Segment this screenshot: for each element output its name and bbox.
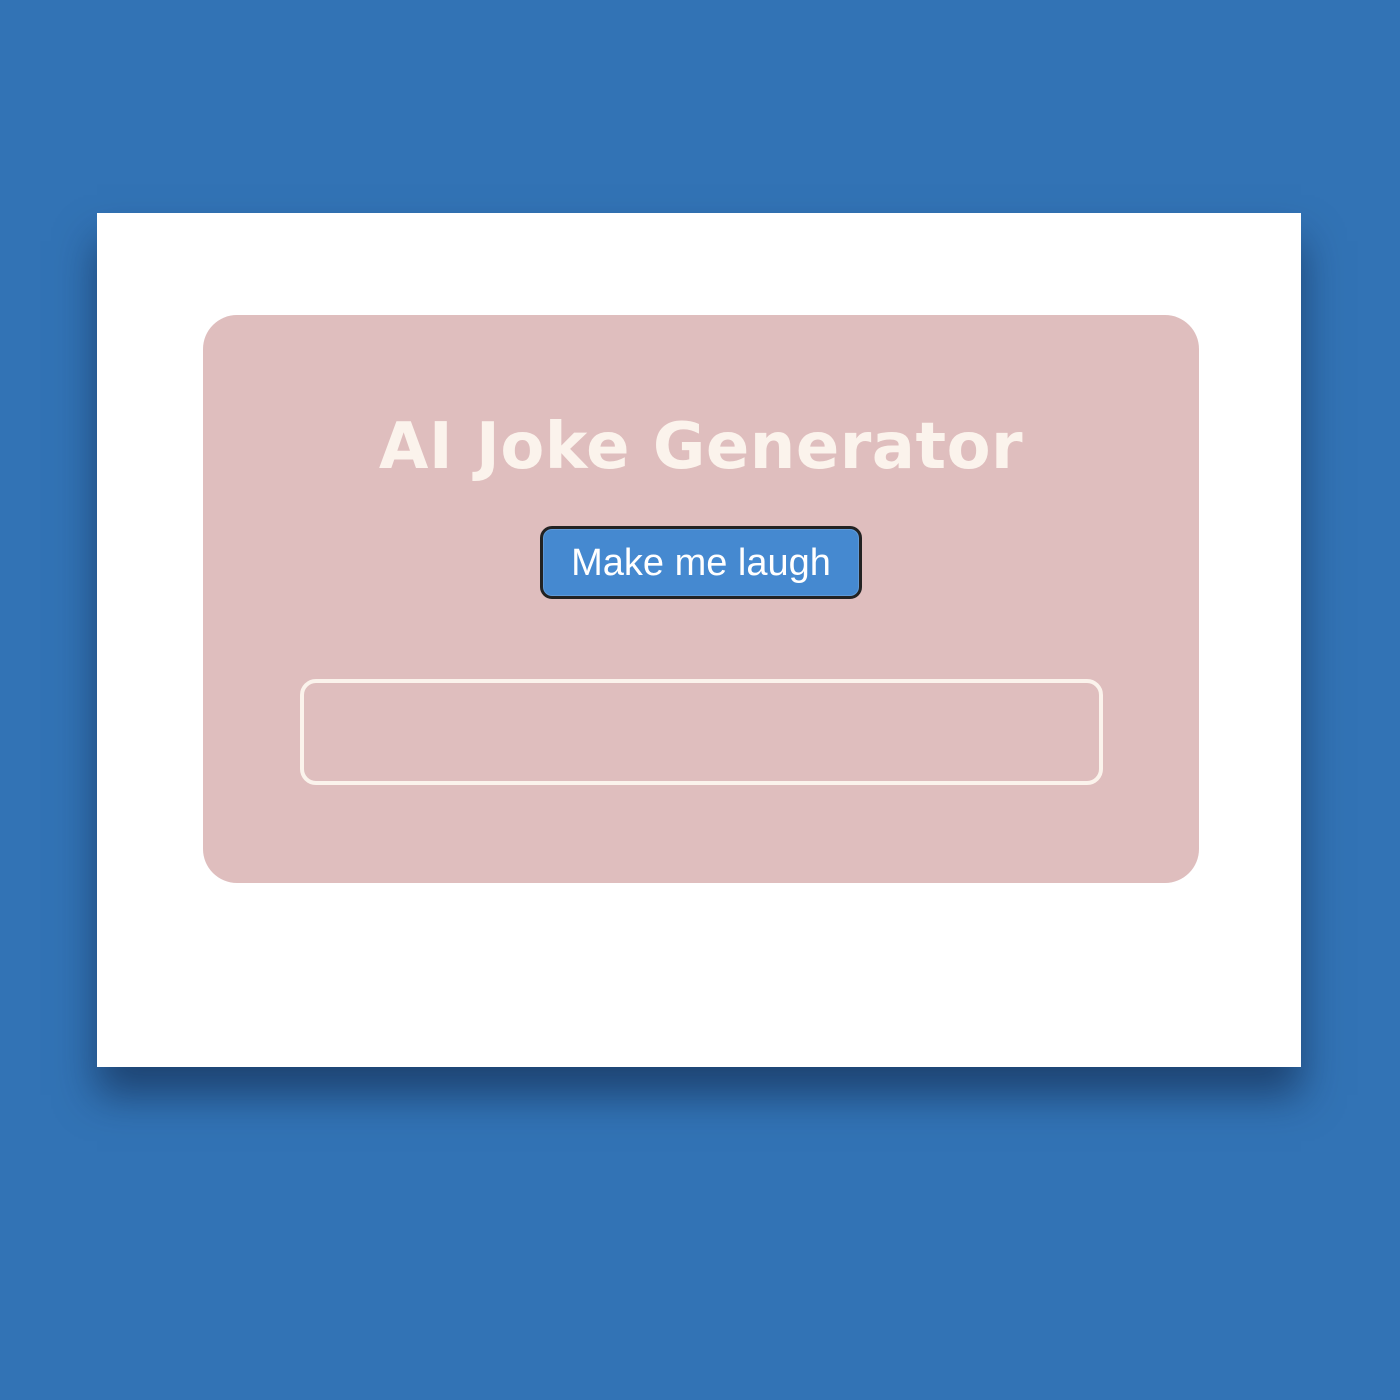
joke-output-box — [300, 679, 1103, 785]
app-window: AI Joke Generator Make me laugh — [97, 213, 1301, 1067]
make-me-laugh-button[interactable]: Make me laugh — [540, 526, 862, 599]
joke-card: AI Joke Generator Make me laugh — [203, 315, 1199, 883]
page-title: AI Joke Generator — [378, 410, 1024, 484]
